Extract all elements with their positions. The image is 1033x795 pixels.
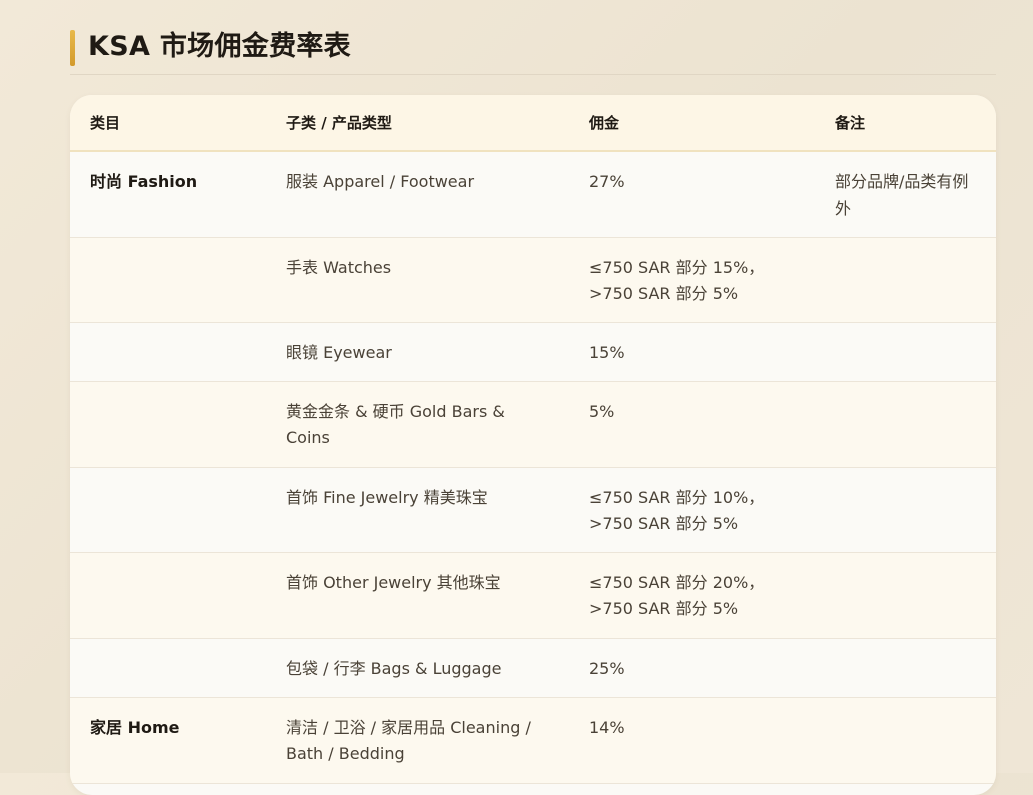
cell-subcategory: 服装 Apparel / Footwear (286, 172, 475, 191)
cell-category (70, 322, 266, 381)
header-commission: 佣金 (569, 95, 815, 152)
cell-category: 家居 Home (90, 717, 180, 737)
commission-table-card: 类目 子类 / 产品类型 佣金 备注 时尚 Fashion 服装 Apparel… (70, 95, 996, 795)
cell-subcategory: 清洁 / 卫浴 / 家居用品 Cleaning / Bath / Bedding (286, 717, 531, 764)
cell-commission: 14% (589, 717, 625, 737)
header-category: 类目 (70, 95, 266, 152)
cell-subcategory: 黄金金条 & 硬币 Gold Bars & Coins (286, 401, 505, 448)
table-row: 手表 Watches ≤750 SAR 部分 15%，>750 SAR 部分 5… (70, 237, 996, 322)
commission-table: 类目 子类 / 产品类型 佣金 备注 时尚 Fashion 服装 Apparel… (70, 95, 996, 784)
cell-category (70, 381, 266, 467)
page-title: KSA 市场佣金费率表 (88, 31, 351, 62)
cell-commission: ≤750 SAR 部分 10%，>750 SAR 部分 5% (589, 487, 765, 534)
cell-subcategory: 包袋 / 行李 Bags & Luggage (286, 658, 502, 678)
cell-category: 时尚 Fashion (90, 172, 198, 191)
cell-note (815, 467, 996, 552)
cell-commission: 15% (589, 342, 625, 362)
cell-commission: 5% (589, 401, 615, 421)
table-row: 首饰 Other Jewelry 其他珠宝 ≤750 SAR 部分 20%，>7… (70, 552, 996, 638)
cell-subcategory: 手表 Watches (286, 257, 392, 277)
cell-subcategory: 首饰 Other Jewelry 其他珠宝 (286, 572, 501, 592)
cell-commission: ≤750 SAR 部分 15%，>750 SAR 部分 5% (589, 257, 765, 304)
cell-category (70, 552, 266, 638)
cell-subcategory: 首饰 Fine Jewelry 精美珠宝 (286, 487, 488, 507)
cell-note (815, 381, 996, 467)
table-header-row: 类目 子类 / 产品类型 佣金 备注 (70, 95, 996, 152)
table-row: 包袋 / 行李 Bags & Luggage 25% (70, 638, 996, 697)
cell-note: 部分品牌/品类有例外 (835, 172, 969, 218)
header-note: 备注 (815, 95, 996, 152)
table-row: 黄金金条 & 硬币 Gold Bars & Coins 5% (70, 381, 996, 467)
cell-commission: 25% (589, 658, 625, 678)
cell-note (815, 697, 996, 783)
cell-commission: ≤750 SAR 部分 20%，>750 SAR 部分 5% (589, 572, 765, 619)
cell-category (70, 237, 266, 322)
table-row: 家居 Home 清洁 / 卫浴 / 家居用品 Cleaning / Bath /… (70, 697, 996, 783)
cell-note (815, 638, 996, 697)
header-subcategory: 子类 / 产品类型 (266, 95, 569, 152)
cell-note (815, 552, 996, 638)
table-row: 首饰 Fine Jewelry 精美珠宝 ≤750 SAR 部分 10%，>75… (70, 467, 996, 552)
cell-commission: 27% (589, 172, 625, 191)
cell-category (70, 467, 266, 552)
cell-category (70, 638, 266, 697)
table-row: 眼镜 Eyewear 15% (70, 322, 996, 381)
title-accent-bar (70, 30, 75, 66)
cell-note (815, 237, 996, 322)
table-row: 时尚 Fashion 服装 Apparel / Footwear 27% 部分品… (70, 151, 996, 237)
page-header: KSA 市场佣金费率表 (70, 22, 996, 75)
cell-note (815, 322, 996, 381)
cell-subcategory: 眼镜 Eyewear (286, 342, 392, 362)
